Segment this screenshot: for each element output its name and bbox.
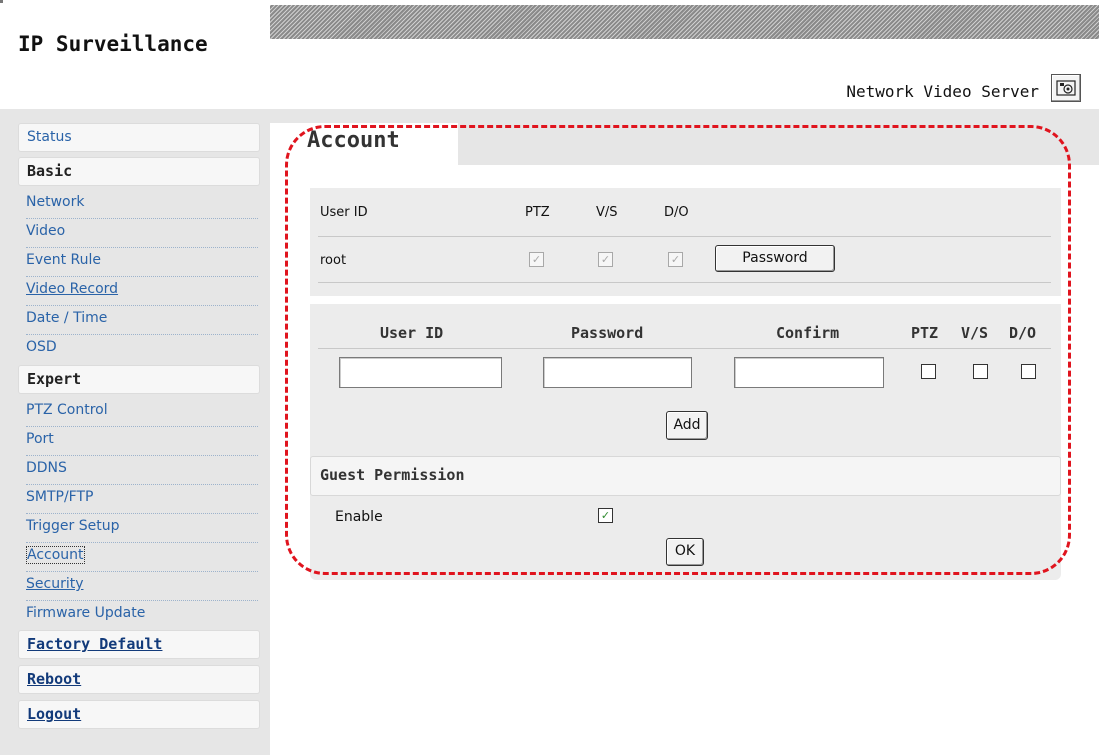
sidebar-factory-default[interactable]: Factory Default (18, 630, 260, 659)
form-header-vs: V/S (961, 324, 989, 342)
sidebar-item-osd[interactable]: OSD (26, 335, 258, 364)
users-header-do: D/O (664, 205, 689, 220)
sidebar-item-date-time[interactable]: Date / Time (26, 306, 258, 335)
new-ptz-checkbox[interactable] (921, 364, 936, 379)
content-title-strip (458, 123, 1099, 165)
ok-button[interactable]: OK (666, 538, 704, 566)
root-ptz-checkbox[interactable]: ✓ (529, 252, 544, 267)
users-header-ptz: PTZ (525, 205, 550, 220)
form-header-password: Password (571, 324, 644, 342)
form-header-confirm: Confirm (776, 324, 840, 342)
users-row-rule (318, 282, 1051, 283)
guest-permission-heading: Guest Permission (320, 466, 465, 484)
sidebar-heading-basic[interactable]: Basic (18, 157, 260, 186)
page-title: Account (307, 128, 400, 153)
guest-enable-checkbox[interactable]: ✓ (598, 508, 613, 523)
snapshot-button[interactable] (1051, 74, 1081, 102)
new-do-checkbox[interactable] (1021, 364, 1036, 379)
new-user-id-input[interactable] (339, 357, 502, 388)
header-divider (0, 109, 1099, 123)
users-header-user-id: User ID (320, 205, 368, 220)
sidebar-item-status[interactable]: Status (18, 123, 260, 152)
sidebar-item-event-rule[interactable]: Event Rule (26, 248, 258, 277)
header-hatch-band (270, 5, 1099, 39)
sidebar-item-ptz-control[interactable]: PTZ Control (26, 398, 258, 427)
corner-mark (0, 0, 3, 3)
panel-separator (310, 296, 1061, 304)
form-header-ptz: PTZ (911, 324, 939, 342)
users-row-root-id: root (320, 253, 347, 268)
add-button[interactable]: Add (666, 411, 708, 440)
sidebar-item-video-record[interactable]: Video Record (26, 277, 258, 306)
sidebar-item-firmware-update[interactable]: Firmware Update (26, 601, 258, 630)
sidebar-item-trigger-setup[interactable]: Trigger Setup (26, 514, 258, 543)
device-name: Network Video Server (846, 82, 1039, 101)
users-header-vs: V/S (596, 205, 618, 220)
form-header-do: D/O (1009, 324, 1037, 342)
sidebar-item-network[interactable]: Network (26, 190, 258, 219)
form-header-rule (318, 348, 1051, 349)
sidebar-logout[interactable]: Logout (18, 700, 260, 729)
root-password-button[interactable]: Password (715, 245, 835, 272)
camera-icon (1056, 80, 1076, 96)
guest-enable-label: Enable (335, 509, 383, 525)
new-password-input[interactable] (543, 357, 692, 388)
brand-title: IP Surveillance (18, 32, 208, 56)
sidebar-item-video[interactable]: Video (26, 219, 258, 248)
root-do-checkbox[interactable]: ✓ (668, 252, 683, 267)
users-header-rule (318, 236, 1051, 237)
sidebar-item-account-label: Account (26, 546, 85, 564)
sidebar-heading-expert[interactable]: Expert (18, 365, 260, 394)
sidebar-item-security[interactable]: Security (26, 572, 258, 601)
root-vs-checkbox[interactable]: ✓ (598, 252, 613, 267)
form-header-user-id: User ID (380, 324, 444, 342)
sidebar-item-account[interactable]: Account (26, 543, 258, 572)
sidebar-item-port[interactable]: Port (26, 427, 258, 456)
sidebar-reboot[interactable]: Reboot (18, 665, 260, 694)
sidebar-item-ddns[interactable]: DDNS (26, 456, 258, 485)
sidebar-item-smtp-ftp[interactable]: SMTP/FTP (26, 485, 258, 514)
confirm-password-input[interactable] (734, 357, 884, 388)
new-vs-checkbox[interactable] (973, 364, 988, 379)
